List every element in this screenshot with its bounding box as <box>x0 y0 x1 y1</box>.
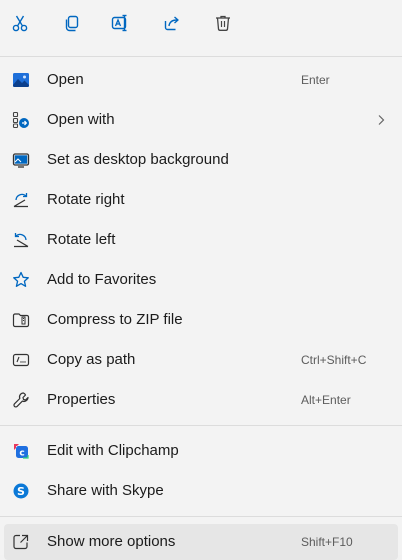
menu-item-label: Copy as path <box>47 351 136 368</box>
menu-item-edit-with-clipchamp[interactable]: c Edit with Clipchamp <box>4 433 398 469</box>
svg-text:c: c <box>19 449 24 459</box>
menu-item-label: Compress to ZIP file <box>47 311 183 328</box>
clipchamp-icon: c <box>11 441 31 461</box>
menu-item-properties[interactable]: Properties Alt+Enter <box>4 382 398 418</box>
separator <box>0 56 402 57</box>
menu-item-label: Rotate right <box>47 191 125 208</box>
menu-item-label: Edit with Clipchamp <box>47 442 179 459</box>
zip-folder-icon <box>11 310 31 330</box>
menu-item-label: Set as desktop background <box>47 151 229 168</box>
menu-item-open-with[interactable]: Open with <box>4 102 398 138</box>
skype-icon: S <box>11 481 31 501</box>
shortcut-text: Enter <box>301 73 330 87</box>
menu-item-share-with-skype[interactable]: S Share with Skype <box>4 473 398 509</box>
image-file-icon <box>11 70 31 90</box>
cut-icon <box>12 15 28 32</box>
desktop-background-icon <box>11 150 31 170</box>
svg-text:S: S <box>17 485 25 498</box>
shortcut-text: Ctrl+Shift+C <box>301 353 367 367</box>
cut-button[interactable] <box>7 10 33 36</box>
chevron-right-icon <box>378 115 385 125</box>
delete-icon <box>216 15 230 31</box>
menu-item-add-to-favorites[interactable]: Add to Favorites <box>4 262 398 298</box>
menu-item-label: Share with Skype <box>47 482 164 499</box>
share-icon <box>164 16 179 31</box>
shortcut-text: Alt+Enter <box>301 393 351 407</box>
menu-item-rotate-right[interactable]: Rotate right <box>4 182 398 218</box>
menu-item-open[interactable]: Open Enter <box>4 62 398 98</box>
menu-item-label: Open <box>47 71 84 88</box>
separator <box>0 516 402 517</box>
rotate-right-icon <box>11 190 31 210</box>
context-menu: Open Enter Open with Set as desktop back… <box>0 0 402 560</box>
copy-icon <box>65 15 79 32</box>
menu-item-rotate-left[interactable]: Rotate left <box>4 222 398 258</box>
wrench-icon <box>11 390 31 410</box>
menu-item-label: Add to Favorites <box>47 271 157 288</box>
rotate-left-icon <box>11 230 31 250</box>
open-with-icon <box>11 110 31 130</box>
rename-button[interactable] <box>107 10 133 36</box>
menu-item-label: Properties <box>47 391 116 408</box>
menu-item-label: Open with <box>47 111 115 128</box>
menu-item-set-desktop-background[interactable]: Set as desktop background <box>4 142 398 178</box>
rename-icon <box>111 14 127 32</box>
star-icon <box>11 270 31 290</box>
share-button[interactable] <box>159 10 185 36</box>
delete-button[interactable] <box>210 10 236 36</box>
copy-button[interactable] <box>59 10 85 36</box>
menu-item-label: Rotate left <box>47 231 116 248</box>
separator <box>0 425 402 426</box>
show-more-options-icon <box>11 532 31 552</box>
quick-actions-bar <box>0 0 402 56</box>
copy-path-icon <box>11 350 31 370</box>
menu-item-copy-as-path[interactable]: Copy as path Ctrl+Shift+C <box>4 342 398 378</box>
menu-item-compress-zip[interactable]: Compress to ZIP file <box>4 302 398 338</box>
